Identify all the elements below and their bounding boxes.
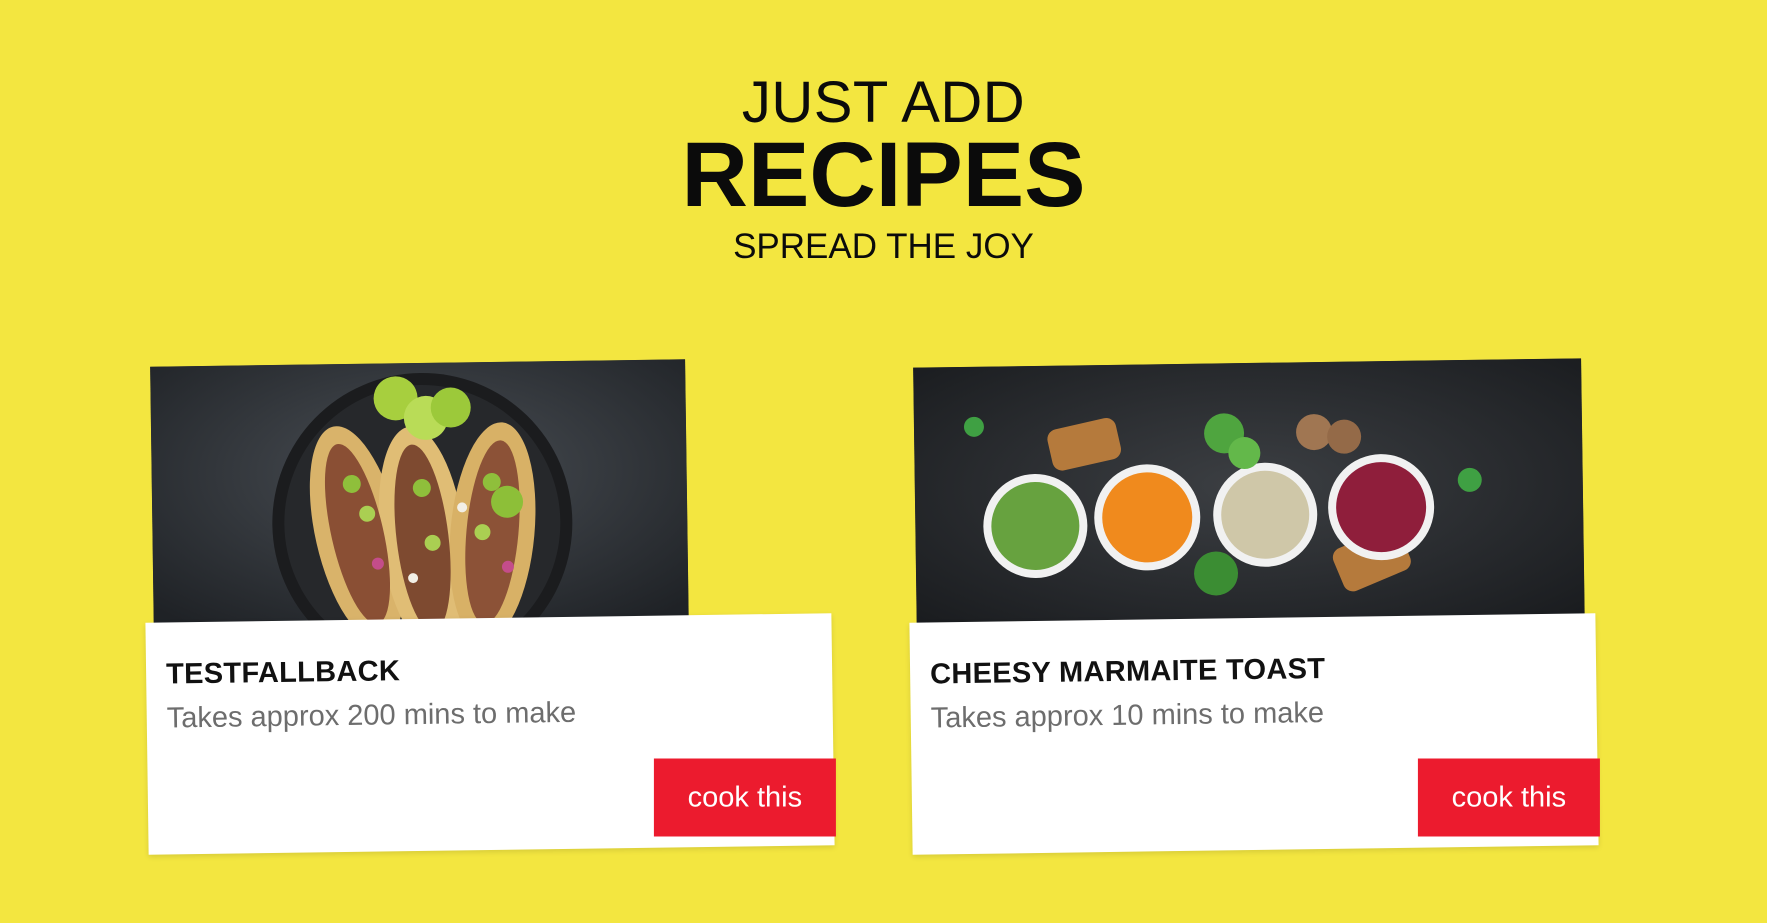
hero-title: RECIPES — [681, 124, 1086, 226]
recipe-title: TESTFALLBACK — [165, 655, 401, 691]
soups-illustration — [913, 358, 1585, 640]
cook-this-button[interactable]: cook this — [653, 758, 836, 837]
tacos-photo — [150, 359, 689, 639]
hero-header: JUST ADD RECIPES SPREAD THE JOY — [0, 70, 1767, 268]
recipe-panel: CHEESY MARMAITE TOAST Takes approx 10 mi… — [909, 613, 1600, 855]
recipes-page: JUST ADD RECIPES SPREAD THE JOY TESTFALL… — [0, 0, 1767, 923]
recipe-card: TESTFALLBACK Takes approx 200 mins to ma… — [132, 359, 836, 860]
soups-photo — [913, 358, 1585, 640]
recipe-panel: TESTFALLBACK Takes approx 200 mins to ma… — [145, 613, 836, 855]
recipe-time: Takes approx 200 mins to make — [166, 696, 577, 735]
recipe-time: Takes approx 10 mins to make — [930, 697, 1325, 735]
tacos-illustration — [150, 359, 689, 639]
hero-tagline: SPREAD THE JOY — [733, 227, 1034, 266]
recipe-title: CHEESY MARMAITE TOAST — [929, 653, 1326, 691]
cook-this-button[interactable]: cook this — [1417, 758, 1600, 837]
recipe-card: CHEESY MARMAITE TOAST Takes approx 10 mi… — [908, 358, 1600, 860]
